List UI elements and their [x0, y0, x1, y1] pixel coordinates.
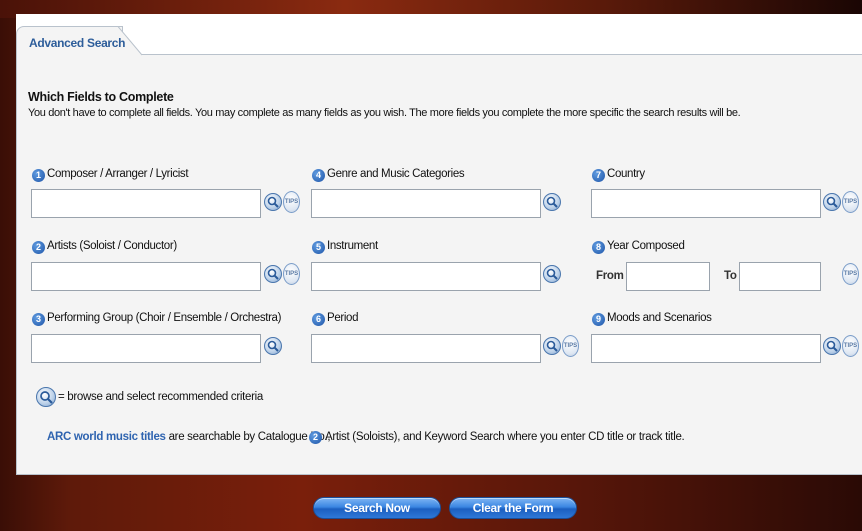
field-number-5: 5 [312, 241, 325, 254]
performing-group-label: Performing Group (Choir / Ensemble / Orc… [47, 312, 282, 324]
section-intro: You don't have to complete all fields. Y… [28, 107, 741, 119]
moods-label: Moods and Scenarios [607, 312, 712, 324]
artists-input[interactable] [31, 262, 261, 291]
field-number-4: 4 [312, 169, 325, 182]
performing-group-input[interactable] [31, 334, 261, 363]
moods-input[interactable] [591, 334, 821, 363]
period-input[interactable] [311, 334, 541, 363]
magnifier-icon[interactable] [264, 193, 282, 211]
year-composed-label: Year Composed [607, 240, 685, 252]
magnifier-icon[interactable] [543, 193, 561, 211]
field-number-8: 8 [592, 241, 605, 254]
field-number-3: 3 [32, 313, 45, 326]
tips-icon[interactable]: TIPS [842, 263, 859, 285]
genre-input[interactable] [311, 189, 541, 218]
instrument-input[interactable] [311, 262, 541, 291]
tab-divider [142, 54, 862, 55]
country-input[interactable] [591, 189, 821, 218]
section-heading: Which Fields to Complete [28, 90, 174, 104]
tips-icon[interactable]: TIPS [562, 335, 579, 357]
field-number-2: 2 [32, 241, 45, 254]
field-number-9: 9 [592, 313, 605, 326]
artists-label: Artists (Soloist / Conductor) [47, 240, 177, 252]
year-from-input[interactable] [626, 262, 710, 291]
field-number-1: 1 [32, 169, 45, 182]
magnifier-icon [36, 387, 56, 407]
genre-label: Genre and Music Categories [327, 168, 465, 180]
year-to-input[interactable] [739, 262, 821, 291]
tips-icon[interactable]: TIPS [842, 191, 859, 213]
tips-icon[interactable]: TIPS [283, 191, 300, 213]
field-number-6: 6 [312, 313, 325, 326]
composer-label: Composer / Arranger / Lyricist [47, 168, 189, 180]
to-label: To [724, 270, 737, 282]
arc-note: ARC world music titles are searchable by… [47, 431, 331, 443]
arc-world-music-link[interactable]: ARC world music titles [47, 431, 166, 443]
field-number-2-inline: 2 [309, 431, 322, 444]
tips-icon[interactable]: TIPS [842, 335, 859, 357]
composer-input[interactable] [31, 189, 261, 218]
legend-text: = browse and select recommended criteria [58, 391, 264, 403]
country-label: Country [607, 168, 645, 180]
magnifier-icon[interactable] [264, 265, 282, 283]
instrument-label: Instrument [327, 240, 378, 252]
magnifier-icon[interactable] [823, 193, 841, 211]
tips-icon[interactable]: TIPS [283, 263, 300, 285]
search-now-button[interactable]: Search Now [313, 497, 441, 519]
clear-form-button[interactable]: Clear the Form [449, 497, 577, 519]
magnifier-icon[interactable] [543, 265, 561, 283]
period-label: Period [327, 312, 359, 324]
field-number-7: 7 [592, 169, 605, 182]
tab-label[interactable]: Advanced Search [29, 36, 126, 50]
note-text-2: Artist (Soloists), and Keyword Search wh… [325, 431, 685, 443]
tab-bar [16, 14, 862, 55]
magnifier-icon[interactable] [823, 337, 841, 355]
from-label: From [596, 270, 624, 282]
note-text-1: are searchable by Catalogue No., [168, 431, 331, 443]
magnifier-icon[interactable] [264, 337, 282, 355]
magnifier-icon[interactable] [543, 337, 561, 355]
